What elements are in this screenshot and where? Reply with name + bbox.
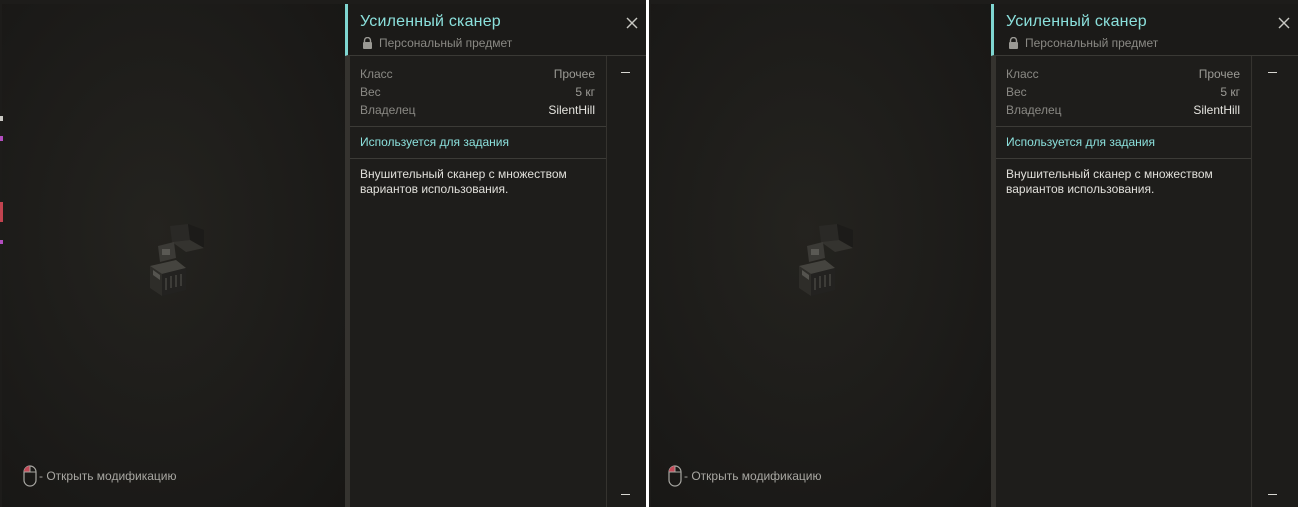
item-subtitle-text: Персональный предмет (1025, 36, 1159, 50)
item-subtitle-text: Персональный предмет (379, 36, 513, 50)
scanner-item-icon (150, 224, 204, 296)
hint-text: - Открыть модификацию (684, 469, 822, 483)
item-properties: Класс Прочее Вес 5 кг Владелец SilentHil… (350, 56, 606, 119)
description-section: Внушительный сканер с множеством вариант… (350, 158, 606, 205)
property-value-class: Прочее (553, 67, 595, 81)
scrollbar[interactable] (607, 56, 646, 507)
item-details: Класс Прочее Вес 5 кг Владелец SilentHil… (996, 56, 1252, 507)
scanner-item-icon (799, 224, 853, 296)
property-value-owner: SilentHill (548, 103, 595, 117)
close-icon[interactable] (625, 16, 639, 30)
item-subtitle: Персональный предмет (1008, 36, 1158, 50)
scroll-up-marker[interactable] (621, 72, 630, 73)
property-row: Владелец SilentHill (1006, 101, 1251, 119)
item-description: Внушительный сканер с множеством вариант… (360, 167, 567, 196)
quest-label: Используется для задания (1006, 135, 1156, 149)
close-icon[interactable] (1277, 16, 1291, 30)
item-header: Усиленный сканер Персональный предмет (991, 4, 1298, 56)
property-key-class: Класс (1006, 67, 1039, 81)
item-body: Класс Прочее Вес 5 кг Владелец SilentHil… (996, 56, 1298, 507)
open-modification-hint: - Открыть модификацию (668, 465, 822, 487)
property-row: Вес 5 кг (360, 83, 606, 101)
quest-section: Используется для задания (996, 126, 1251, 158)
background-ui-fragment (0, 114, 3, 254)
item-title: Усиленный сканер (360, 13, 501, 30)
item-description: Внушительный сканер с множеством вариант… (1006, 167, 1213, 196)
item-window-right: - Открыть модификацию Усиленный сканер П… (649, 0, 1298, 507)
scrollbar[interactable] (1253, 56, 1298, 507)
item-properties: Класс Прочее Вес 5 кг Владелец SilentHil… (996, 56, 1251, 119)
property-key-owner: Владелец (1006, 103, 1062, 117)
property-key-weight: Вес (360, 85, 381, 99)
scroll-down-marker[interactable] (621, 494, 630, 495)
quest-label: Используется для задания (360, 135, 510, 149)
property-row: Класс Прочее (360, 65, 606, 83)
mouse-left-click-icon (23, 465, 37, 487)
property-row: Вес 5 кг (1006, 83, 1251, 101)
property-row: Класс Прочее (1006, 65, 1251, 83)
item-title: Усиленный сканер (1006, 13, 1147, 30)
item-subtitle: Персональный предмет (362, 36, 512, 50)
item-details: Класс Прочее Вес 5 кг Владелец SilentHil… (350, 56, 607, 507)
scroll-down-marker[interactable] (1268, 494, 1277, 495)
property-key-class: Класс (360, 67, 393, 81)
lock-icon (1009, 37, 1018, 49)
description-section: Внушительный сканер с множеством вариант… (996, 158, 1251, 205)
hint-text: - Открыть модификацию (39, 469, 177, 483)
property-key-weight: Вес (1006, 85, 1027, 99)
mouse-left-click-icon (668, 465, 682, 487)
item-preview-viewport[interactable]: - Открыть модификацию (651, 4, 994, 507)
property-value-class: Прочее (1198, 67, 1240, 81)
lock-icon (363, 37, 372, 49)
scroll-up-marker[interactable] (1268, 72, 1277, 73)
item-window-left: - Открыть модификацию Усиленный сканер П… (0, 0, 646, 507)
item-info-panel: Усиленный сканер Персональный предмет Кл… (345, 4, 646, 507)
property-value-owner: SilentHill (1193, 103, 1240, 117)
item-header: Усиленный сканер Персональный предмет (345, 4, 646, 56)
item-preview-viewport[interactable]: - Открыть модификацию (0, 4, 345, 507)
property-value-weight: 5 кг (575, 85, 595, 99)
open-modification-hint: - Открыть модификацию (23, 465, 177, 487)
item-info-panel: Усиленный сканер Персональный предмет Кл… (991, 4, 1298, 507)
property-row: Владелец SilentHill (360, 101, 606, 119)
property-value-weight: 5 кг (1220, 85, 1240, 99)
quest-section: Используется для задания (350, 126, 606, 158)
item-body: Класс Прочее Вес 5 кг Владелец SilentHil… (350, 56, 646, 507)
property-key-owner: Владелец (360, 103, 416, 117)
